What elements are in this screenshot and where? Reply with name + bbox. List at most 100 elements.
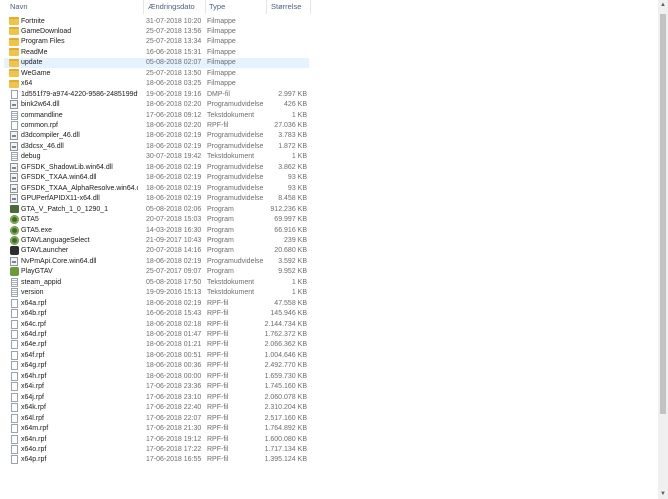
file-name: x64b.rpf [21, 310, 47, 318]
file-row[interactable]: ReadMe 16-06-2018 15:31 Filmappe [4, 47, 309, 57]
file-row[interactable]: GameDownload 25-07-2018 13:56 Filmappe [4, 26, 309, 36]
file-row[interactable]: GFSDK_ShadowLib.win64.dll 18-06-2018 02:1… [4, 162, 309, 172]
file-name: x64g.rpf [21, 362, 47, 370]
column-divider[interactable] [310, 0, 311, 14]
file-row[interactable]: GTAVLauncher 20-07-2018 14:16 Program 20.68… [4, 246, 309, 256]
vertical-scrollbar[interactable]: ▲ ▼ [658, 0, 668, 499]
file-size: 2.144.734 KB [264, 320, 307, 328]
file-row[interactable]: x64m.rpf 17-06-2018 21:30 RPF-fil 1.764.892… [4, 424, 309, 434]
folder-icon [9, 27, 19, 36]
file-type: Filmappe [207, 80, 236, 88]
file-row[interactable]: GTAVLanguageSelect 21-09-2017 10:43 Progra… [4, 235, 309, 245]
file-name: x64i.rpf [21, 383, 44, 391]
folder-icon [9, 37, 19, 46]
file-icon [11, 371, 18, 381]
file-size: 3.862 KB [278, 163, 307, 171]
file-date-modified: 18-06-2018 02:19 [146, 257, 202, 265]
file-date-modified: 20-07-2018 14:16 [146, 247, 202, 255]
file-size: 9.952 KB [278, 268, 307, 276]
file-row[interactable]: x64p.rpf 17-06-2018 16:55 RPF-fil 1.395.124… [4, 455, 309, 465]
file-row[interactable]: debug 30-07-2018 19:42 Tekstdokument 1 KB [4, 152, 309, 162]
file-icon [11, 382, 18, 392]
file-row[interactable]: x64 18-06-2018 03:25 Filmappe [4, 79, 309, 89]
file-size: 1 KB [291, 153, 307, 161]
file-row[interactable]: GPUPerfAPIDX11-x64.dll 18-06-2018 02:19 Pr… [4, 194, 309, 204]
file-date-modified: 25-07-2018 13:50 [146, 69, 202, 77]
file-row[interactable]: GTA_V_Patch_1_0_1290_1 05-08-2018 02:06 Pr… [4, 204, 309, 214]
column-divider[interactable] [266, 0, 267, 14]
file-row[interactable]: 1d551f79-a974-4220-9586-2485199df9e2... 1… [4, 89, 309, 99]
column-header-date[interactable]: Ændringsdato [148, 2, 195, 11]
file-row[interactable]: x64g.rpf 18-06-2018 00:36 RPF-fil 2.492.770… [4, 361, 309, 371]
file-type: Filmappe [207, 59, 236, 67]
column-divider[interactable] [143, 0, 144, 14]
file-date-modified: 17-06-2018 17:22 [146, 445, 202, 453]
column-divider[interactable] [205, 0, 206, 14]
file-row[interactable]: Fortnite 31-07-2018 10:20 Filmappe [4, 16, 309, 26]
column-header-type[interactable]: Type [209, 2, 225, 11]
file-size: 8.458 KB [278, 195, 307, 203]
scroll-down-arrow-icon[interactable]: ▼ [658, 489, 668, 499]
file-name: GPUPerfAPIDX11-x64.dll [21, 195, 100, 203]
file-row[interactable]: x64o.rpf 17-06-2018 17:22 RPF-fil 1.717.134… [4, 444, 309, 454]
file-date-modified: 17-06-2018 09:12 [146, 111, 202, 119]
file-row[interactable]: x64e.rpf 18-06-2018 01:21 RPF-fil 2.066.362… [4, 340, 309, 350]
file-row[interactable]: x64j.rpf 17-06-2018 23:10 RPF-fil 2.060.078… [4, 392, 309, 402]
file-row[interactable]: WeGame 25-07-2018 13:50 Filmappe [4, 68, 309, 78]
file-date-modified: 05-08-2018 02:06 [146, 205, 202, 213]
file-row[interactable]: update 05-08-2018 02:07 Filmappe [4, 57, 309, 69]
file-row[interactable]: x64b.rpf 16-06-2018 15:43 RPF-fil 145.946 K… [4, 309, 309, 319]
file-row[interactable]: x64d.rpf 18-06-2018 01:47 RPF-fil 1.762.372… [4, 330, 309, 340]
file-size: 426 KB [284, 101, 307, 109]
file-date-modified: 18-06-2018 00:00 [146, 372, 202, 380]
file-row[interactable]: common.rpf 18-06-2018 02:20 RPF-fil 27.036 … [4, 121, 309, 131]
column-header-name[interactable]: Navn [10, 2, 28, 11]
file-row[interactable]: PlayGTAV 25-07-2017 09:07 Program 9.952 KB [4, 267, 309, 277]
file-size: 2.492.770 KB [264, 362, 307, 370]
file-row[interactable]: bink2w64.dll 18-06-2018 02:20 Programudvid… [4, 100, 309, 110]
file-date-modified: 31-07-2018 10:20 [146, 17, 202, 25]
dll-icon [10, 131, 18, 141]
file-name: x64l.rpf [21, 414, 44, 422]
file-icon [11, 455, 18, 465]
file-date-modified: 18-06-2018 02:19 [146, 184, 202, 192]
folder-icon [9, 17, 19, 25]
file-row[interactable]: x64l.rpf 17-06-2018 22:07 RPF-fil 2.517.160… [4, 413, 309, 423]
file-row[interactable]: x64k.rpf 17-06-2018 22:40 RPF-fil 2.310.204… [4, 403, 309, 413]
file-row[interactable]: x64i.rpf 17-06-2018 23:36 RPF-fil 1.745.160… [4, 382, 309, 392]
file-row[interactable]: steam_appid 05-08-2018 17:50 Tekstdokument… [4, 277, 309, 287]
file-size: 1.762.372 KB [264, 331, 307, 338]
scroll-up-arrow-icon[interactable]: ▲ [658, 0, 668, 10]
file-type: Filmappe [207, 48, 236, 56]
file-name: x64o.rpf [21, 445, 47, 453]
gta5-icon [10, 235, 19, 245]
file-name: GTA_V_Patch_1_0_1290_1 [21, 205, 109, 213]
file-row[interactable]: GFSDK_TXAA_AlphaResolve.win64.dll 18-06-2… [4, 183, 309, 193]
file-row[interactable]: NvPmApi.Core.win64.dll 18-06-2018 02:19 Pr… [4, 256, 309, 266]
file-row[interactable]: version 19-09-2016 15:13 Tekstdokument 1 KB [4, 288, 309, 298]
file-size: 912.236 KB [270, 205, 307, 213]
file-size: 27.036 KB [274, 122, 307, 129]
file-row[interactable]: GFSDK_TXAA.win64.dll 18-06-2018 02:19 Prog… [4, 173, 309, 183]
file-row[interactable]: GTA5.exe 14-03-2018 16:30 Program 66.916 KB [4, 225, 309, 235]
file-row[interactable]: x64f.rpf 18-06-2018 00:51 RPF-fil 1.004.646… [4, 350, 309, 360]
file-row[interactable]: x64n.rpf 17-06-2018 19:12 RPF-fil 1.600.080… [4, 434, 309, 444]
file-date-modified: 16-06-2018 15:31 [146, 48, 202, 56]
file-row[interactable]: x64h.rpf 18-06-2018 00:00 RPF-fil 1.659.730… [4, 371, 309, 381]
file-icon [11, 413, 18, 423]
file-row[interactable]: GTA5 20-07-2018 15:03 Program 69.997 KB [4, 215, 309, 225]
file-row[interactable]: x64c.rpf 18-06-2018 02:18 RPF-fil 2.144.734… [4, 319, 309, 329]
file-row[interactable]: commandline 17-06-2018 09:12 Tekstdokument… [4, 110, 309, 120]
file-row[interactable]: d3dcompiler_46.dll 18-06-2018 02:19 Progra… [4, 131, 309, 141]
file-row[interactable]: x64a.rpf 18-06-2018 02:19 RPF-fil 47.558 KB [4, 298, 309, 308]
file-size: 20.680 KB [274, 247, 307, 255]
column-header-size[interactable]: Størrelse [271, 2, 301, 11]
file-date-modified: 19-09-2016 15:13 [146, 289, 202, 297]
file-date-modified: 18-06-2018 02:18 [146, 320, 202, 328]
file-icon [11, 330, 18, 339]
file-date-modified: 18-06-2018 02:19 [146, 142, 202, 150]
file-row[interactable]: Program Files 25-07-2018 13:34 Filmappe [4, 37, 309, 47]
file-row[interactable]: d3dcsx_46.dll 18-06-2018 02:19 Programudvi… [4, 141, 309, 151]
file-name: GFSDK_TXAA_AlphaResolve.win64.dll [21, 184, 138, 192]
scrollbar-thumb[interactable] [660, 14, 666, 414]
